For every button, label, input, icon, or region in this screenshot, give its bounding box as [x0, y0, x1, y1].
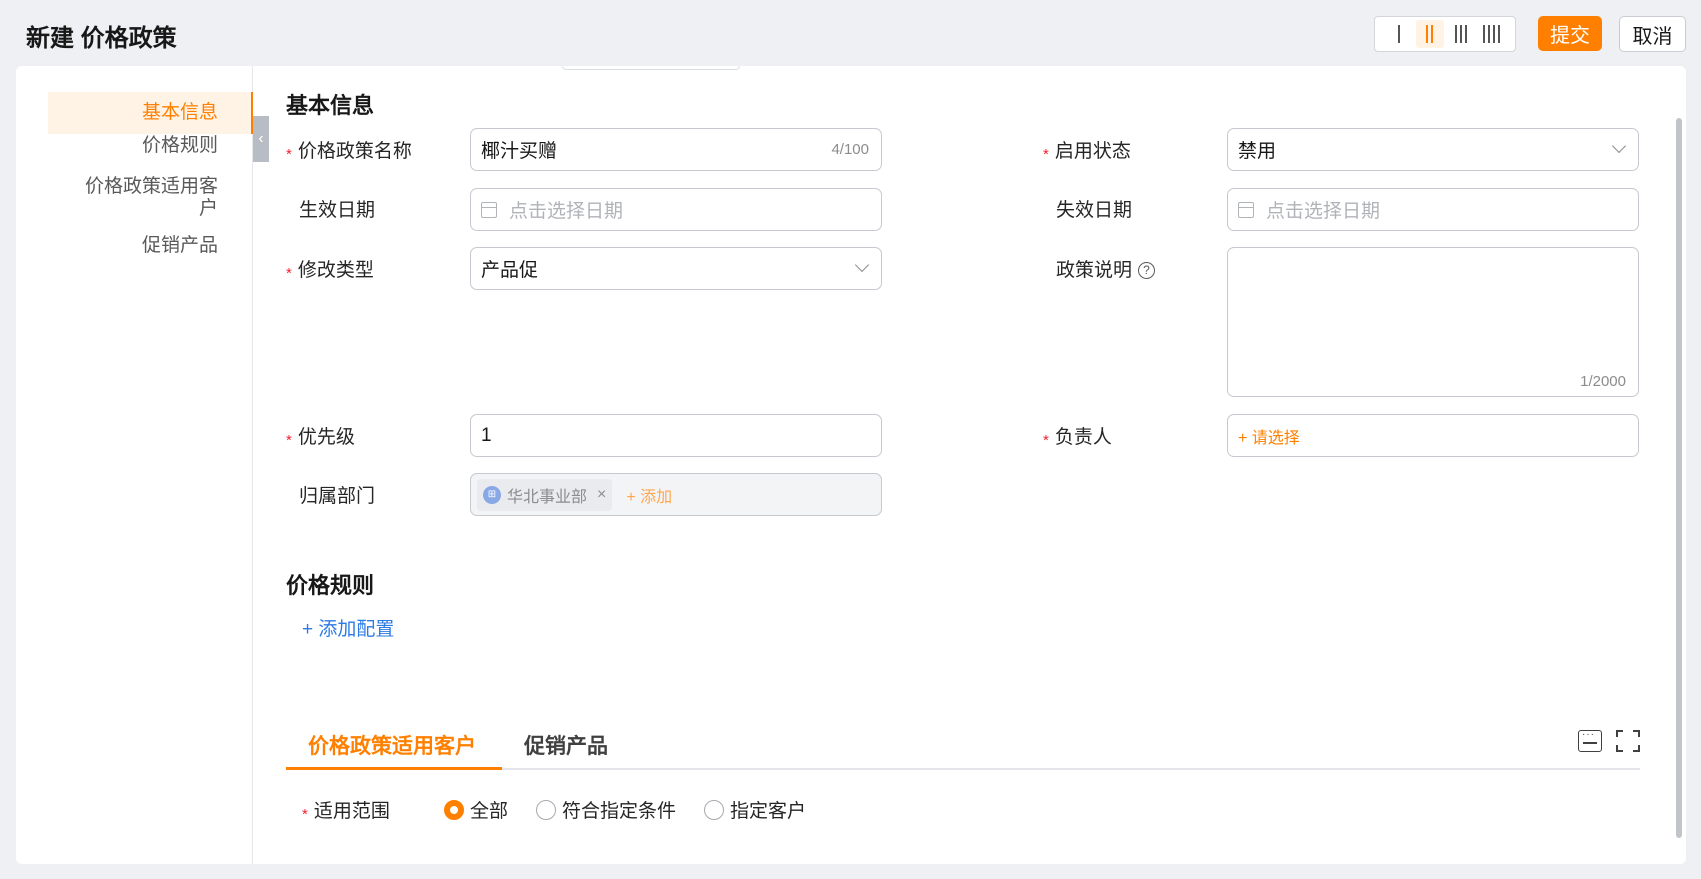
fullscreen-icon[interactable]: [1616, 730, 1640, 752]
owner-add-link[interactable]: + 请选择: [1238, 424, 1300, 448]
required-mark: *: [286, 265, 292, 282]
description-textarea[interactable]: 1/2000: [1227, 247, 1639, 397]
section-title-basic-info: 基本信息: [286, 93, 375, 118]
chevron-down-icon: [1611, 138, 1627, 154]
priority-input[interactable]: 1: [470, 414, 882, 457]
description-counter: 1/2000: [1580, 373, 1626, 390]
form-card: 基本信息 价格规则 价格政策适用客户 促销产品 ‹ 基本信息 * 价格政策名称 椰…: [16, 66, 1686, 864]
required-mark: *: [286, 432, 292, 449]
expiry-date-picker[interactable]: 点击选择日期: [1227, 188, 1639, 231]
cancel-button[interactable]: 取消: [1619, 16, 1686, 52]
keyboard-icon[interactable]: [1578, 729, 1602, 752]
required-mark: *: [286, 146, 292, 163]
owner-label: * 负责人: [1043, 427, 1112, 449]
four-column-layout-icon[interactable]: [1478, 20, 1506, 48]
required-mark: *: [1043, 146, 1049, 163]
modify-type-select[interactable]: 产品促: [470, 247, 882, 290]
radio-icon[interactable]: [704, 799, 725, 820]
top-stub-divider: [562, 66, 740, 70]
scope-option-conditions[interactable]: 符合指定条件: [536, 796, 676, 823]
description-label: 政策说明?: [1043, 255, 1156, 282]
scope-label: * 适用范围: [302, 801, 390, 823]
three-column-layout-icon[interactable]: [1447, 20, 1475, 48]
chevron-down-icon: [854, 257, 870, 273]
scope-option-specific-customers[interactable]: 指定客户: [704, 796, 806, 823]
policy-name-input[interactable]: 椰汁买赠 4/100: [470, 128, 882, 171]
page-title: 新建 价格政策: [26, 25, 177, 52]
sidebar-item-promo-products[interactable]: 促销产品: [48, 235, 252, 257]
department-tag: ⊞ 华北事业部 ×: [477, 478, 613, 511]
scope-row: * 适用范围 全部 符合指定条件 指定客户: [302, 796, 834, 823]
department-label: 归属部门: [299, 486, 376, 507]
policy-name-counter: 4/100: [831, 141, 869, 158]
status-select[interactable]: 禁用: [1227, 128, 1639, 171]
sidebar-item-basic-info[interactable]: 基本信息: [48, 92, 252, 134]
chevron-left-icon[interactable]: ‹: [253, 116, 269, 162]
expiry-date-label: 失效日期: [1056, 200, 1133, 221]
two-column-layout-icon[interactable]: [1415, 20, 1444, 48]
required-mark: *: [1043, 432, 1049, 449]
calendar-icon: [1238, 201, 1254, 218]
sidebar-item-price-rules[interactable]: 价格规则: [48, 135, 252, 157]
vertical-scrollbar[interactable]: [1676, 118, 1682, 838]
close-icon[interactable]: ×: [597, 486, 606, 504]
department-picker: ⊞ 华北事业部 × + 添加: [470, 473, 882, 516]
modify-type-label: * 修改类型: [286, 260, 374, 282]
active-tab-underline: [286, 767, 502, 770]
policy-name-label: * 价格政策名称: [286, 141, 412, 163]
calendar-icon: [481, 201, 497, 218]
effective-date-label: 生效日期: [299, 200, 376, 221]
add-config-link[interactable]: + 添加配置: [302, 614, 394, 641]
required-mark: *: [302, 806, 308, 823]
bottom-tabs: 价格政策适用客户 促销产品: [286, 722, 1640, 770]
org-chart-icon: ⊞: [483, 485, 501, 504]
priority-label: * 优先级: [286, 427, 355, 449]
effective-date-picker[interactable]: 点击选择日期: [470, 188, 882, 231]
department-add-link[interactable]: + 添加: [626, 483, 672, 507]
question-circle-icon[interactable]: ?: [1138, 262, 1156, 279]
top-bar: 新建 价格政策 提交 取消: [0, 0, 1701, 66]
tab-toolbar: [1578, 729, 1640, 752]
radio-checked-icon[interactable]: [444, 799, 464, 820]
status-label: * 启用状态: [1043, 141, 1131, 163]
submit-button[interactable]: 提交: [1538, 16, 1602, 51]
owner-picker[interactable]: + 请选择: [1227, 414, 1639, 457]
section-nav: 基本信息 价格规则 价格政策适用客户 促销产品: [16, 66, 253, 864]
tab-promo-products[interactable]: 促销产品: [524, 730, 608, 760]
scope-option-all[interactable]: 全部: [444, 796, 508, 823]
column-layout-switcher: [1374, 16, 1516, 52]
tab-applicable-customers[interactable]: 价格政策适用客户: [308, 730, 476, 760]
sidebar-item-applicable-customers[interactable]: 价格政策适用客户: [48, 176, 252, 220]
section-title-price-rules: 价格规则: [286, 573, 375, 598]
one-column-layout-icon[interactable]: [1385, 20, 1413, 48]
radio-icon[interactable]: [536, 799, 557, 820]
